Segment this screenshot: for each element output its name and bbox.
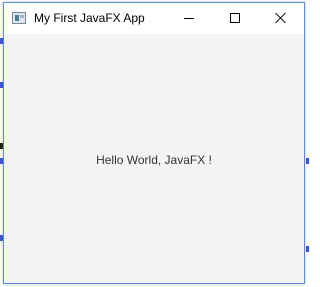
app-window: My First JavaFX App Hello World, JavaFX … <box>3 2 305 284</box>
window-title: My First JavaFX App <box>34 11 145 25</box>
background-window-fragment <box>306 246 309 252</box>
maximize-button[interactable] <box>212 3 258 34</box>
minimize-icon <box>184 18 194 19</box>
close-icon <box>274 11 288 25</box>
title-bar[interactable]: My First JavaFX App <box>4 3 304 34</box>
java-app-icon[interactable] <box>12 12 26 24</box>
maximize-icon <box>230 13 240 23</box>
minimize-button[interactable] <box>166 3 212 34</box>
scene-content: Hello World, JavaFX ! <box>4 34 304 283</box>
hello-label: Hello World, JavaFX ! <box>96 153 212 167</box>
close-button[interactable] <box>258 3 304 34</box>
background-window-fragment <box>306 158 309 164</box>
